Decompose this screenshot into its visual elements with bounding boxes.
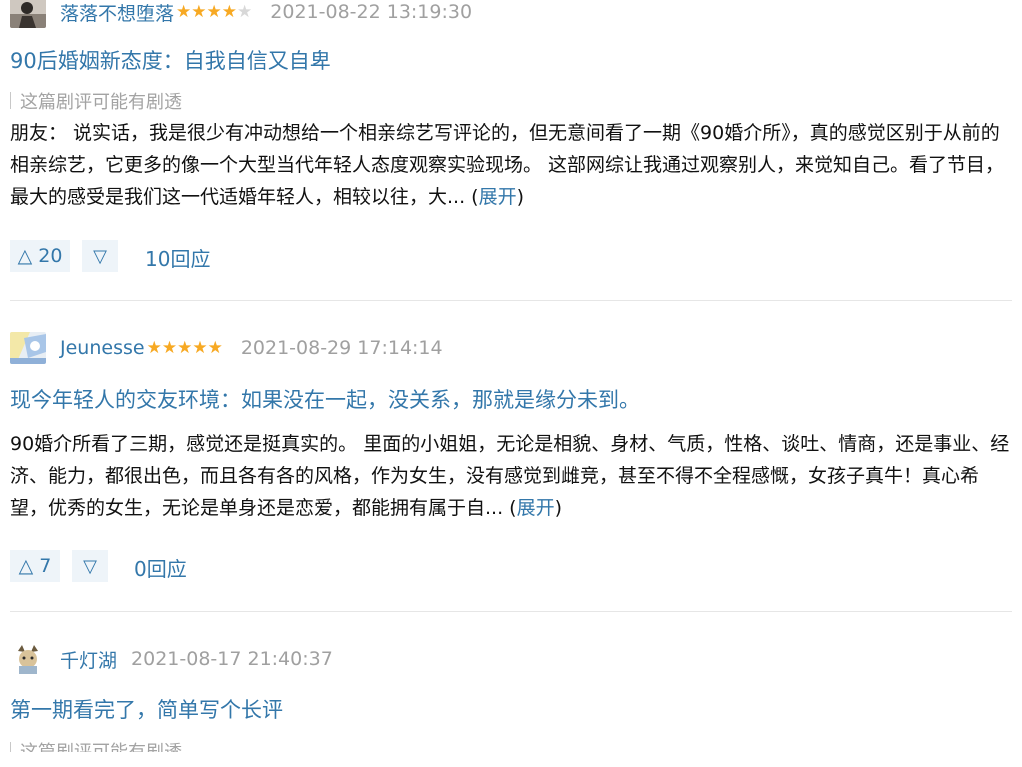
triangle-down-icon: ▽ <box>93 245 107 267</box>
avatar[interactable] <box>10 0 46 28</box>
expand-link[interactable]: 展开 <box>479 186 517 208</box>
review-timestamp: 2021-08-17 21:40:37 <box>131 648 333 670</box>
review-excerpt: 90婚介所看了三期，感觉还是挺真实的。 里面的小姐姐，无论是相貌、身材、气质，性… <box>10 428 1014 524</box>
expand-link[interactable]: 展开 <box>517 497 555 519</box>
review-timestamp: 2021-08-29 17:14:14 <box>240 337 443 359</box>
review-title[interactable]: 90后婚姻新态度：自我自信又自卑 <box>10 45 331 75</box>
divider <box>10 611 1012 612</box>
username-link[interactable]: 千灯湖 <box>60 646 117 673</box>
avatar[interactable] <box>10 643 46 675</box>
star-icon: ★ <box>191 1 207 22</box>
review-header: Jeunesse ★ ★ ★ ★ ★ 2021-08-29 17:14:14 <box>10 332 443 364</box>
review-header: 千灯湖 2021-08-17 21:40:37 <box>10 643 333 675</box>
avatar[interactable] <box>10 332 46 364</box>
star-icon: ★ <box>192 337 208 358</box>
review-title[interactable]: 现今年轻人的交友环境：如果没在一起，没关系，那就是缘分未到。 <box>10 384 640 414</box>
star-icon: ★ <box>176 1 192 22</box>
rating-stars: ★ ★ ★ ★ ★ <box>176 1 253 22</box>
upvote-button[interactable]: △ 7 <box>10 550 60 582</box>
spoiler-warning: 这篇剧评可能有剧透 <box>10 738 182 752</box>
username-link[interactable]: Jeunesse <box>60 337 145 359</box>
review-title[interactable]: 第一期看完了，简单写个长评 <box>10 694 283 724</box>
rating-stars: ★ ★ ★ ★ ★ <box>146 337 223 358</box>
star-icon: ★ <box>177 337 193 358</box>
expand-close-paren: ) <box>516 186 525 208</box>
downvote-button[interactable]: ▽ <box>82 240 118 272</box>
expand-close-paren: ) <box>554 497 563 519</box>
reply-count-link[interactable]: 0回应 <box>134 553 187 582</box>
reply-count-link[interactable]: 10回应 <box>145 243 210 272</box>
spoiler-warning: 这篇剧评可能有剧透 <box>10 88 182 114</box>
star-icon: ★ <box>146 337 162 358</box>
triangle-down-icon: ▽ <box>83 555 97 577</box>
star-icon: ★ <box>161 337 178 358</box>
star-icon: ★ <box>221 1 238 22</box>
username-link[interactable]: 落落不想堕落 <box>60 0 174 26</box>
upvote-button[interactable]: △ 20 <box>10 240 70 272</box>
star-icon: ★ <box>207 337 223 358</box>
review-timestamp: 2021-08-22 13:19:30 <box>270 1 473 23</box>
star-icon: ★ <box>206 1 222 22</box>
review-excerpt-text: 90婚介所看了三期，感觉还是挺真实的。 里面的小姐姐，无论是相貌、身材、气质，性… <box>10 433 1010 519</box>
review-excerpt: 朋友： 说实话，我是很少有冲动想给一个相亲综艺写评论的，但无意间看了一期《90婚… <box>10 117 1014 213</box>
downvote-button[interactable]: ▽ <box>72 550 108 582</box>
review-header: 落落不想堕落 ★ ★ ★ ★ ★ 2021-08-22 13:19:30 <box>10 0 472 28</box>
star-empty-icon: ★ <box>237 1 253 22</box>
divider <box>10 300 1012 301</box>
